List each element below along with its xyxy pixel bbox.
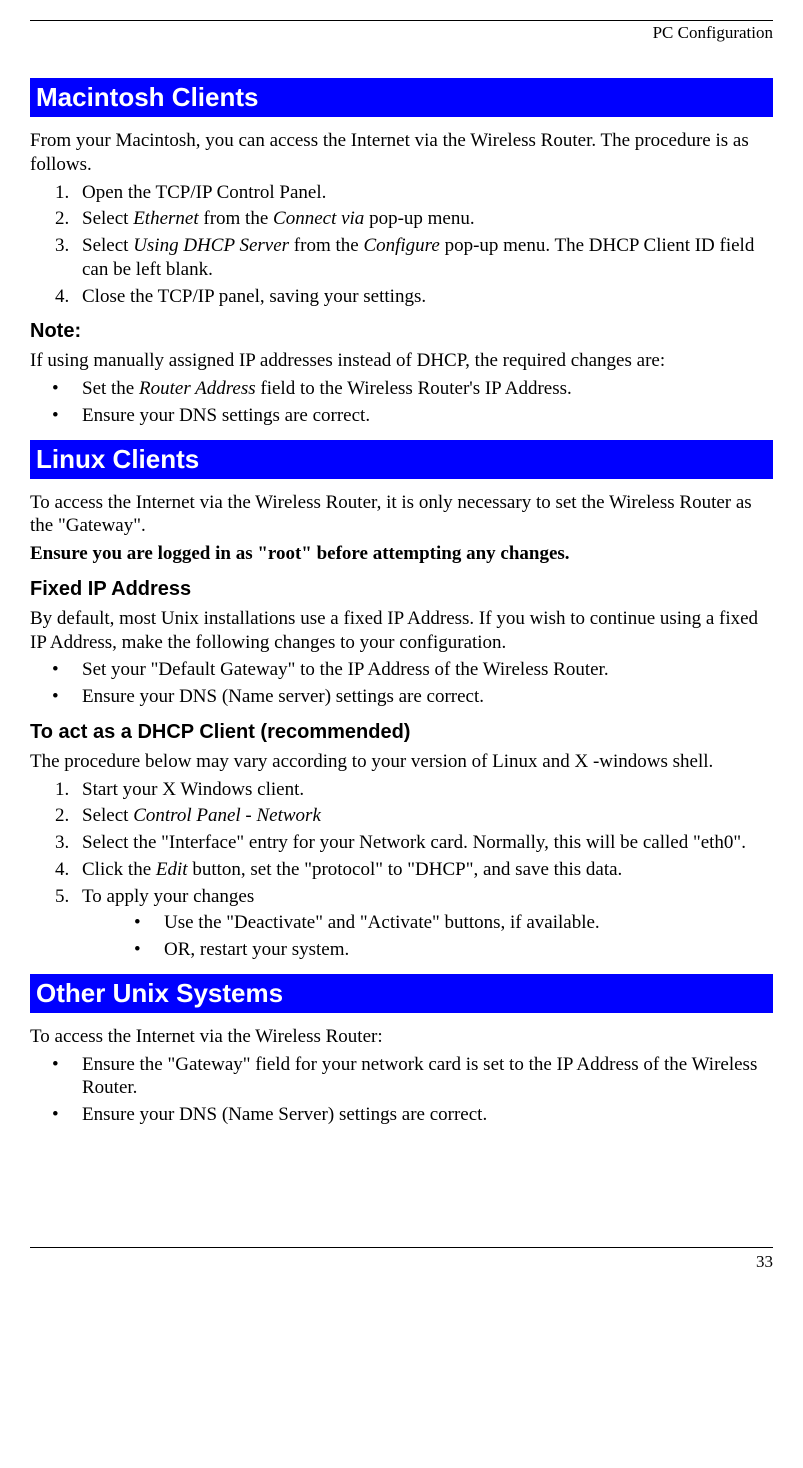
section-heading-other-unix: Other Unix Systems bbox=[30, 974, 773, 1013]
page-footer: 33 bbox=[30, 1247, 773, 1292]
list-item: Select Control Panel - Network bbox=[74, 804, 773, 828]
note-heading: Note: bbox=[30, 320, 773, 343]
note-bullets: Set the Router Address field to the Wire… bbox=[30, 377, 773, 428]
list-item: Click the Edit button, set the "protocol… bbox=[74, 858, 773, 882]
list-item: Select Ethernet from the Connect via pop… bbox=[74, 207, 773, 231]
linux-intro: To access the Internet via the Wireless … bbox=[30, 491, 773, 539]
list-item: Start your X Windows client. bbox=[74, 778, 773, 802]
list-item: Close the TCP/IP panel, saving your sett… bbox=[74, 285, 773, 309]
list-item: Set the Router Address field to the Wire… bbox=[52, 377, 773, 401]
other-intro: To access the Internet via the Wireless … bbox=[30, 1025, 773, 1049]
list-item: Ensure the "Gateway" field for your netw… bbox=[52, 1053, 773, 1101]
dhcp-steps: Start your X Windows client. Select Cont… bbox=[30, 778, 773, 962]
list-item: OR, restart your system. bbox=[134, 938, 773, 962]
list-item: Use the "Deactivate" and "Activate" butt… bbox=[134, 911, 773, 935]
list-item: Set your "Default Gateway" to the IP Add… bbox=[52, 658, 773, 682]
list-item: Ensure your DNS (Name server) settings a… bbox=[52, 685, 773, 709]
dhcp-heading: To act as a DHCP Client (recommended) bbox=[30, 721, 773, 744]
dhcp-s5-sub: Use the "Deactivate" and "Activate" butt… bbox=[112, 911, 773, 962]
header-title: PC Configuration bbox=[653, 23, 773, 42]
list-item: To apply your changes Use the "Deactivat… bbox=[74, 885, 773, 962]
mac-steps: Open the TCP/IP Control Panel. Select Et… bbox=[30, 181, 773, 309]
list-item: Ensure your DNS settings are correct. bbox=[52, 404, 773, 428]
fixed-ip-heading: Fixed IP Address bbox=[30, 578, 773, 601]
other-bullets: Ensure the "Gateway" field for your netw… bbox=[30, 1053, 773, 1127]
list-item: Ensure your DNS (Name Server) settings a… bbox=[52, 1103, 773, 1127]
fixed-ip-bullets: Set your "Default Gateway" to the IP Add… bbox=[30, 658, 773, 709]
dhcp-intro: The procedure below may vary according t… bbox=[30, 750, 773, 774]
list-item: Select the "Interface" entry for your Ne… bbox=[74, 831, 773, 855]
list-item: Open the TCP/IP Control Panel. bbox=[74, 181, 773, 205]
section-heading-macintosh: Macintosh Clients bbox=[30, 78, 773, 117]
mac-intro: From your Macintosh, you can access the … bbox=[30, 129, 773, 177]
page-number: 33 bbox=[756, 1252, 773, 1271]
fixed-ip-intro: By default, most Unix installations use … bbox=[30, 607, 773, 655]
page-header: PC Configuration bbox=[30, 20, 773, 43]
linux-bold-line: Ensure you are logged in as "root" befor… bbox=[30, 542, 773, 566]
section-heading-linux: Linux Clients bbox=[30, 440, 773, 479]
note-intro: If using manually assigned IP addresses … bbox=[30, 349, 773, 373]
list-item: Select Using DHCP Server from the Config… bbox=[74, 234, 773, 282]
page-content: PC Configuration Macintosh Clients From … bbox=[0, 20, 803, 1292]
